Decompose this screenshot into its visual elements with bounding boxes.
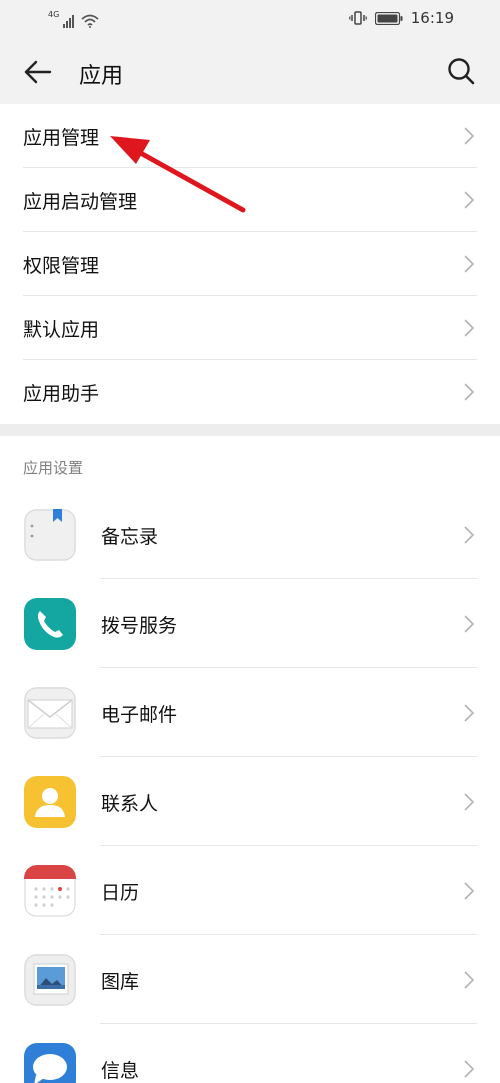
chevron-right-icon xyxy=(464,703,474,722)
app-label: 备忘录 xyxy=(101,526,159,548)
menu-item-label: 默认应用 xyxy=(23,318,100,341)
chevron-right-icon xyxy=(464,191,474,209)
menu-item-label: 应用管理 xyxy=(23,126,100,149)
network-type: 4G xyxy=(48,10,60,19)
app-label: 信息 xyxy=(101,1060,140,1082)
menu-item-permissions[interactable]: 权限管理 xyxy=(0,232,500,296)
chevron-right-icon xyxy=(464,127,474,145)
chevron-right-icon xyxy=(464,1059,474,1078)
contacts-icon xyxy=(24,776,76,828)
chevron-right-icon xyxy=(464,970,474,989)
app-item-notepad[interactable]: 备忘录 xyxy=(0,490,500,579)
status-bar: 4G 16:19 xyxy=(0,0,500,38)
app-label: 电子邮件 xyxy=(101,704,178,726)
notepad-icon xyxy=(24,509,76,561)
chevron-right-icon xyxy=(464,255,474,273)
search-button[interactable] xyxy=(446,56,476,86)
app-item-dialer[interactable]: 拨号服务 xyxy=(0,579,500,668)
app-item-messages[interactable]: 信息 xyxy=(0,1024,500,1083)
messages-icon xyxy=(24,1043,76,1083)
battery-icon xyxy=(374,11,403,25)
chevron-right-icon xyxy=(464,614,474,633)
menu-item-label: 应用启动管理 xyxy=(23,190,138,213)
app-label: 拨号服务 xyxy=(101,615,178,637)
app-list: 备忘录 拨号服务 电子邮件 联系人 日历 图库 信息 xyxy=(0,490,500,1083)
menu-item-app-management[interactable]: 应用管理 xyxy=(0,104,500,168)
chevron-right-icon xyxy=(464,383,474,401)
chevron-right-icon xyxy=(464,881,474,900)
app-item-gallery[interactable]: 图库 xyxy=(0,935,500,1024)
arrow-left-icon xyxy=(24,60,52,84)
app-header: 应用 xyxy=(0,38,500,104)
app-item-contacts[interactable]: 联系人 xyxy=(0,757,500,846)
app-item-calendar[interactable]: 日历 xyxy=(0,846,500,935)
calendar-icon xyxy=(24,865,76,917)
menu-item-label: 应用助手 xyxy=(23,382,100,405)
status-left: 4G xyxy=(48,10,99,28)
email-icon xyxy=(24,687,76,739)
app-label: 联系人 xyxy=(101,793,159,815)
menu-item-default-apps[interactable]: 默认应用 xyxy=(0,296,500,360)
app-item-email[interactable]: 电子邮件 xyxy=(0,668,500,757)
menu-item-app-launch[interactable]: 应用启动管理 xyxy=(0,168,500,232)
wifi-icon xyxy=(81,14,99,28)
app-label: 图库 xyxy=(101,971,140,993)
phone-icon xyxy=(24,598,76,650)
section-title: 应用设置 xyxy=(23,459,84,477)
chevron-right-icon xyxy=(464,792,474,811)
chevron-right-icon xyxy=(464,525,474,544)
gallery-icon xyxy=(24,954,76,1006)
search-icon xyxy=(448,58,475,85)
menu-item-label: 权限管理 xyxy=(23,254,100,277)
back-button[interactable] xyxy=(22,56,54,88)
signal-icon xyxy=(63,15,75,28)
app-settings-menu: 应用管理 应用启动管理 权限管理 默认应用 应用助手 xyxy=(0,104,500,424)
status-time: 16:19 xyxy=(410,9,454,27)
section-divider xyxy=(0,424,500,436)
status-right: 16:19 xyxy=(348,9,454,27)
app-label: 日历 xyxy=(101,882,140,904)
menu-item-app-assistant[interactable]: 应用助手 xyxy=(0,360,500,424)
page-title: 应用 xyxy=(79,64,124,89)
chevron-right-icon xyxy=(464,319,474,337)
vibrate-icon xyxy=(348,11,367,25)
